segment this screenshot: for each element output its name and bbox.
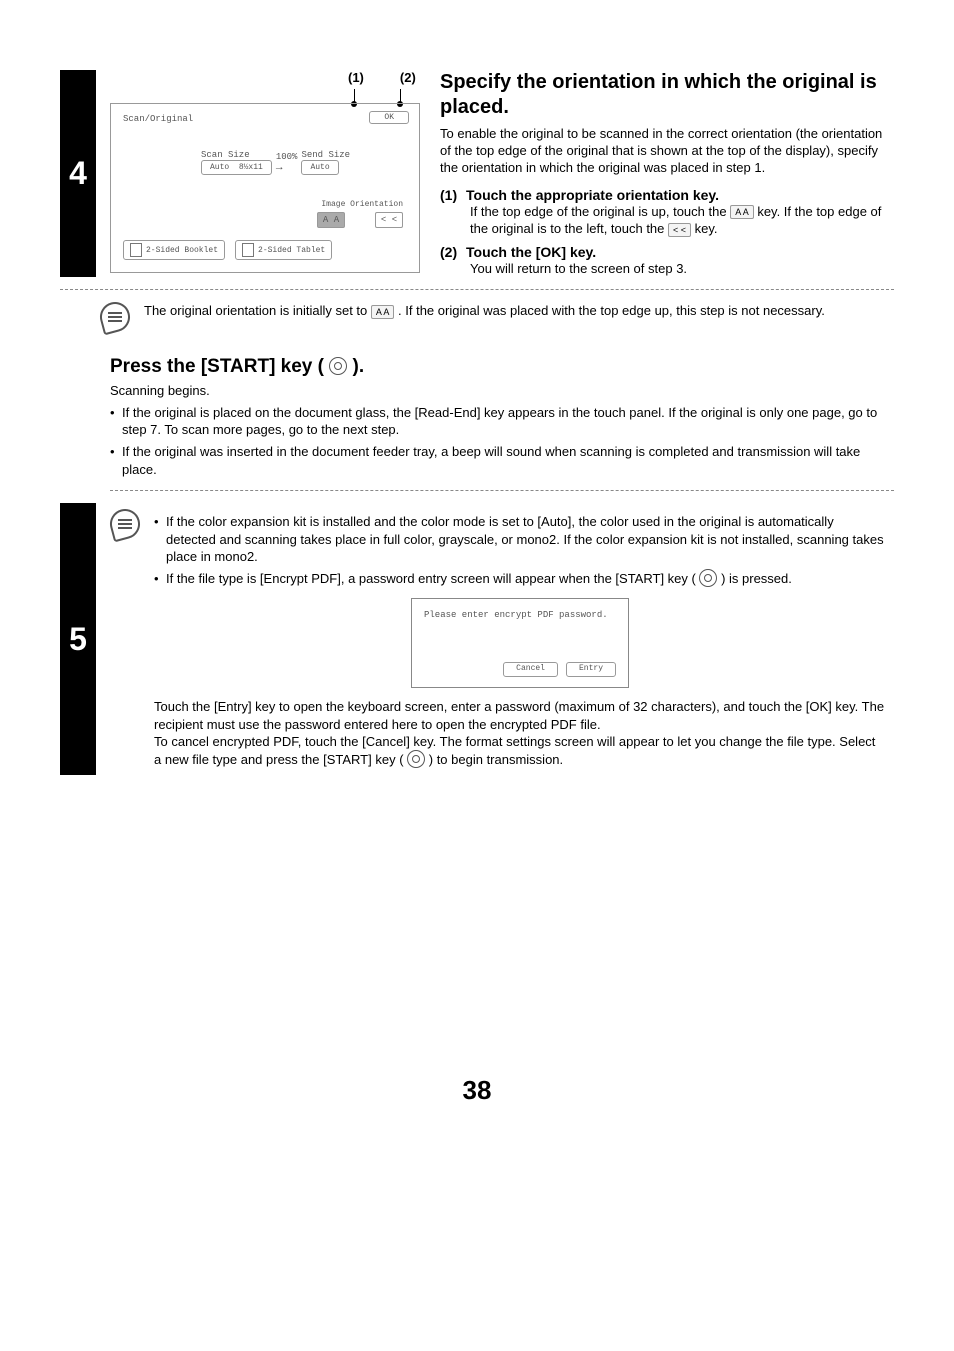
- scan-size-label: Scan Size: [201, 150, 272, 160]
- note-icon: [107, 506, 144, 543]
- step-5-para-2: Touch the [Entry] key to open the keyboa…: [154, 698, 886, 733]
- step-5-number: 5: [60, 503, 96, 775]
- step-4-heading: Specify the orientation in which the ori…: [440, 70, 894, 120]
- orientation-up-icon: A A: [371, 305, 395, 319]
- scan-original-panel: Scan/Original OK Scan Size Auto 8½x11 10…: [110, 103, 420, 273]
- substep-2-body: You will return to the screen of step 3.: [470, 260, 894, 278]
- panel-title: Scan/Original: [123, 114, 407, 124]
- ok-button[interactable]: OK: [369, 111, 409, 124]
- entry-button[interactable]: Entry: [566, 662, 616, 677]
- substep-1-body: If the top edge of the original is up, t…: [470, 203, 894, 238]
- substep-2-heading: (2)Touch the [OK] key.: [440, 244, 894, 260]
- step-5-heading: Press the [START] key ( ).: [60, 356, 894, 378]
- callout-2: (2): [400, 70, 416, 85]
- step-5-para-3: To cancel encrypted PDF, touch the [Canc…: [154, 733, 886, 769]
- step-5-note-bullet-2: If the file type is [Encrypt PDF], a pas…: [154, 570, 886, 589]
- step-4-note: The original orientation is initially se…: [144, 302, 825, 320]
- tablet-icon: [242, 243, 254, 257]
- orientation-left-button[interactable]: < <: [375, 212, 403, 228]
- divider: [60, 289, 894, 290]
- start-key-icon: [329, 357, 347, 375]
- booklet-icon: [130, 243, 142, 257]
- password-prompt-text: Please enter encrypt PDF password.: [424, 609, 616, 621]
- note-icon: [97, 299, 134, 336]
- step-5-bullet-1: If the original is placed on the documen…: [110, 404, 894, 439]
- scan-size-button[interactable]: Auto 8½x11: [201, 160, 272, 175]
- start-key-icon: [407, 750, 425, 768]
- page-number: 38: [60, 1075, 894, 1106]
- substep-1-heading: (1)Touch the appropriate orientation key…: [440, 187, 894, 203]
- step-5-bullet-2: If the original was inserted in the docu…: [110, 443, 894, 478]
- callout-1: (1): [348, 70, 364, 85]
- arrow-icon: →: [276, 162, 283, 174]
- password-panel: Please enter encrypt PDF password. Cance…: [411, 598, 629, 688]
- two-sided-booklet-button[interactable]: 2-Sided Booklet: [123, 240, 225, 260]
- percent-label: 100%: [276, 152, 298, 162]
- send-size-label: Send Size: [301, 150, 350, 160]
- two-sided-tablet-button[interactable]: 2-Sided Tablet: [235, 240, 332, 260]
- step-5-note-bullet-1: If the color expansion kit is installed …: [154, 513, 886, 566]
- step-4-intro: To enable the original to be scanned in …: [440, 126, 894, 177]
- image-orientation-label: Image Orientation: [321, 200, 403, 209]
- step-4-number: 4: [60, 70, 96, 277]
- start-key-icon: [699, 569, 717, 587]
- orientation-left-icon: < <: [668, 223, 691, 237]
- send-size-button[interactable]: Auto: [301, 160, 338, 175]
- cancel-button[interactable]: Cancel: [503, 662, 558, 677]
- orientation-up-icon: A A: [730, 205, 754, 219]
- orientation-up-button[interactable]: A A: [317, 212, 345, 228]
- scanning-begins-text: Scanning begins.: [110, 382, 894, 400]
- divider: [110, 490, 894, 491]
